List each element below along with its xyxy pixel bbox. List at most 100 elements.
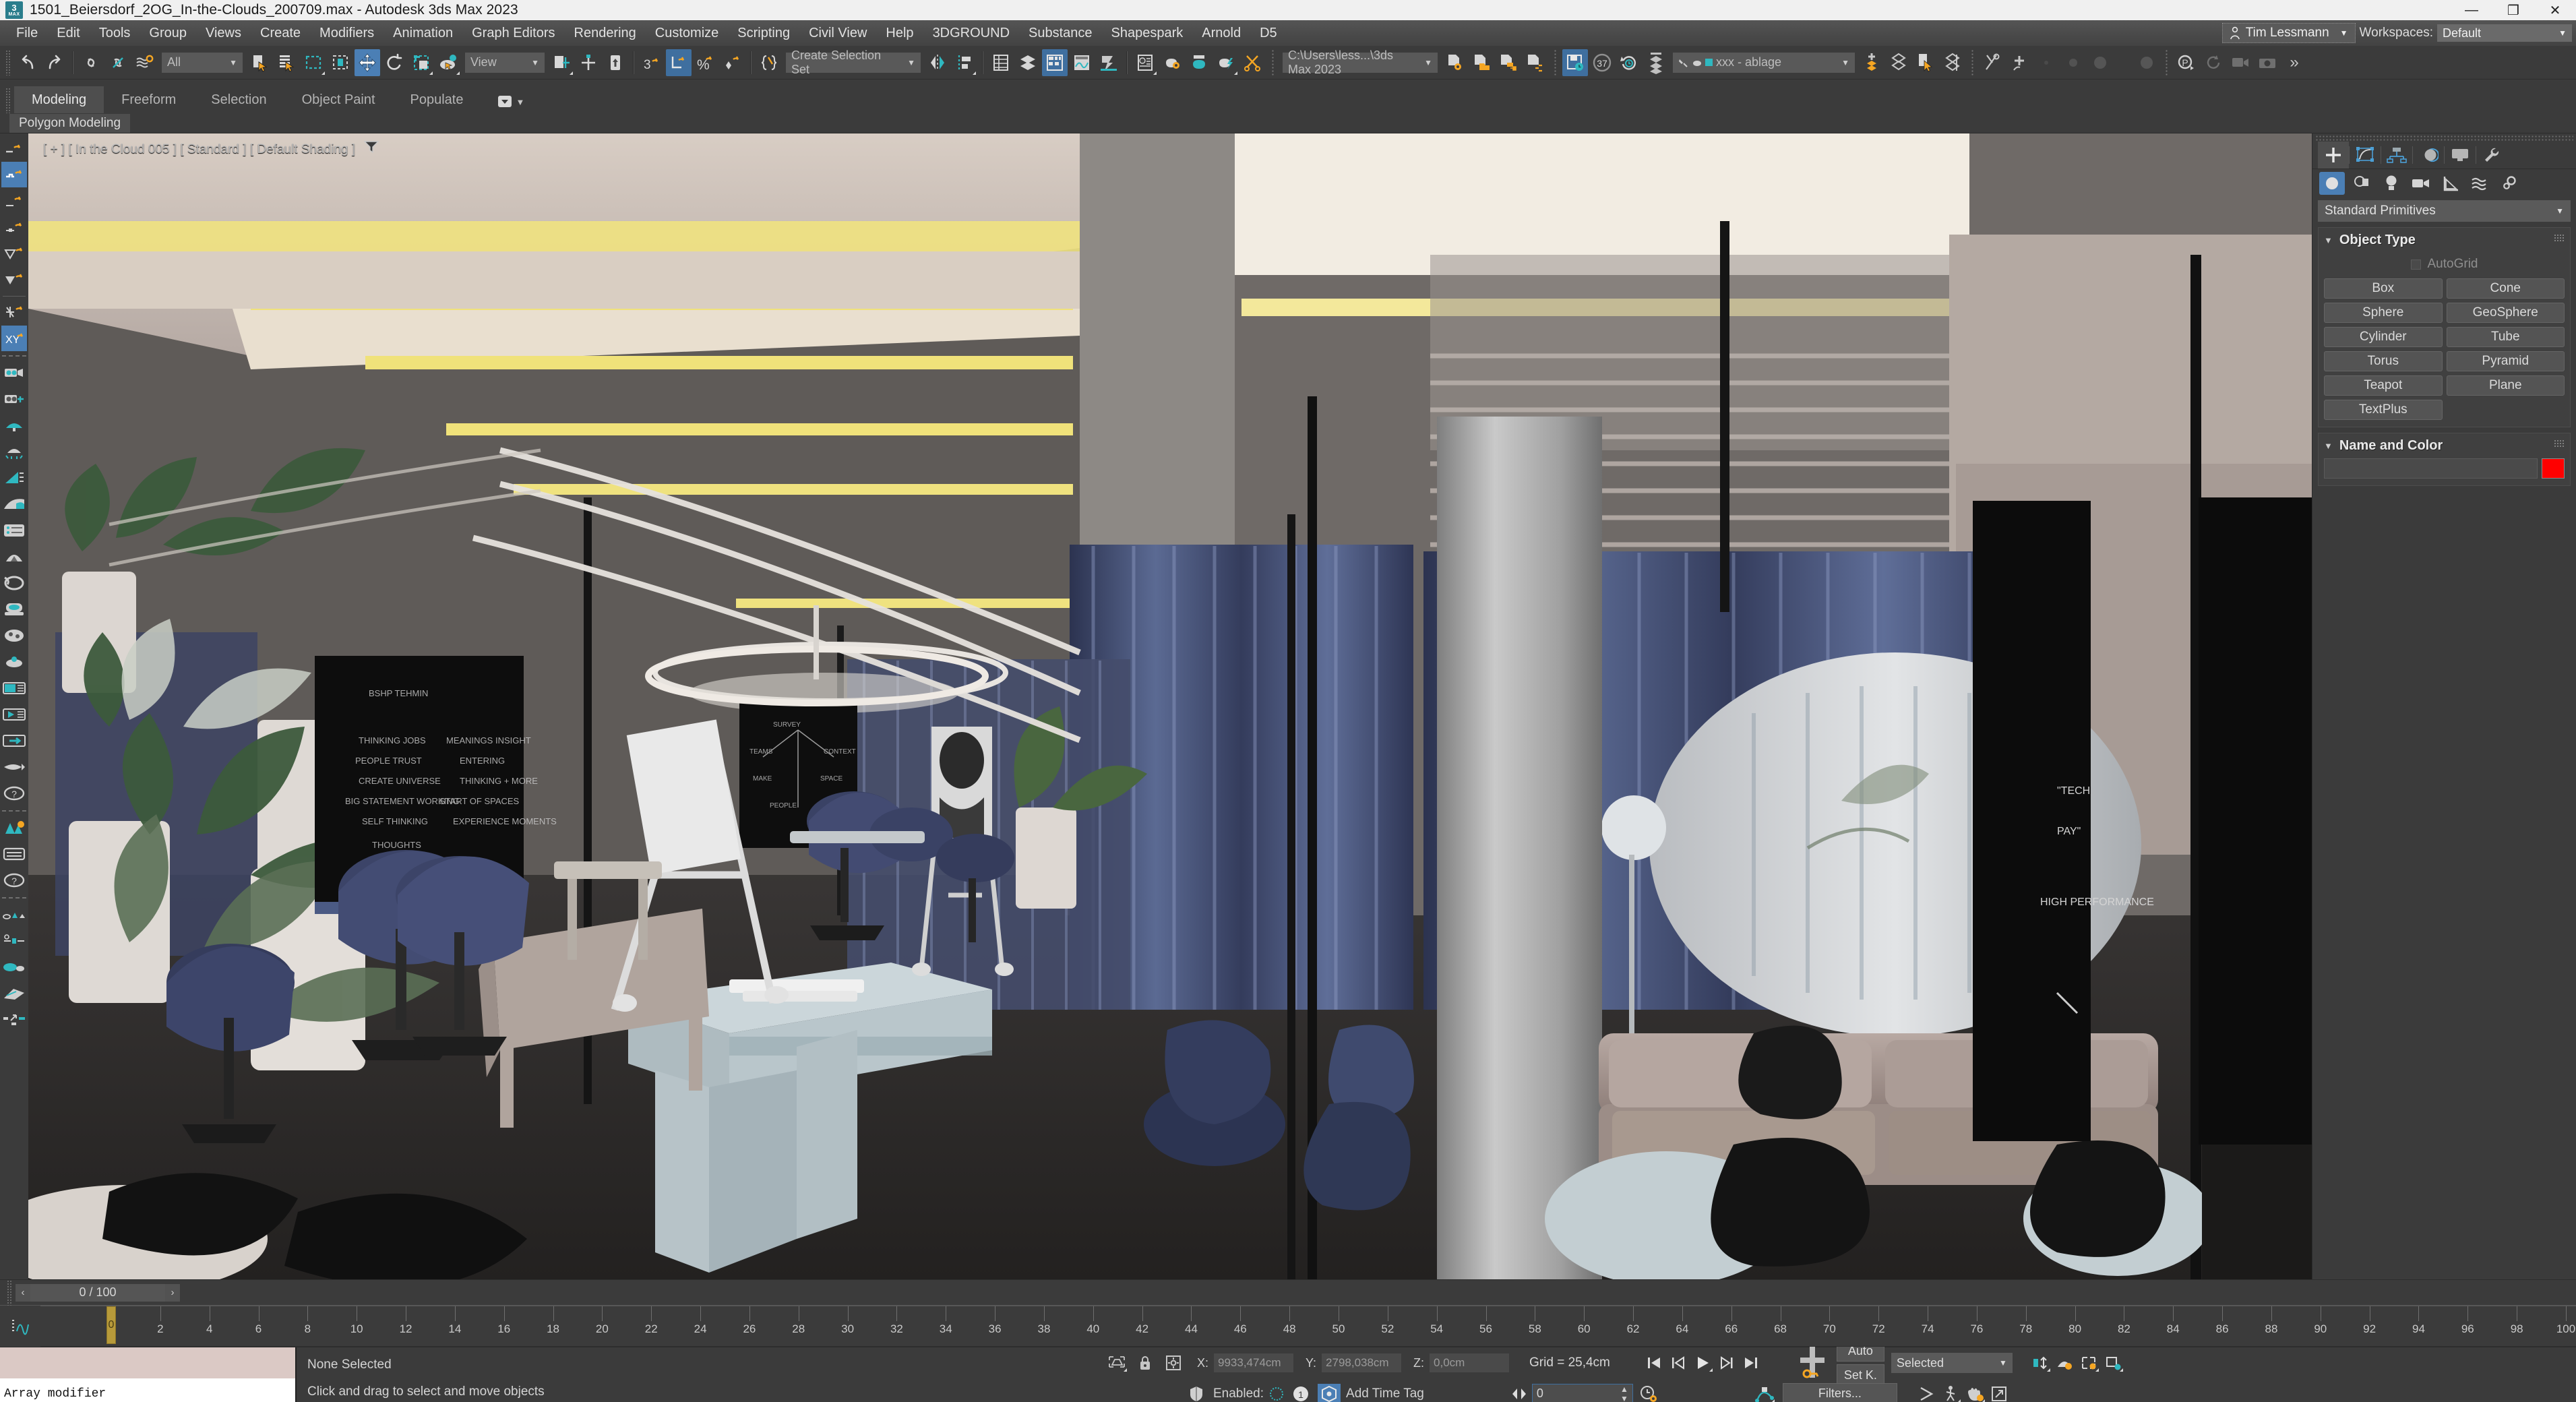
time-configuration-button[interactable] xyxy=(1637,1384,1660,1402)
ribbon-grip[interactable] xyxy=(5,88,11,113)
home-tool-button[interactable] xyxy=(1,544,27,570)
menu-shapespark[interactable]: Shapespark xyxy=(1102,20,1193,46)
current-frame-display[interactable]: 0 / 100 xyxy=(30,1283,165,1302)
pan-view-button[interactable] xyxy=(1963,1384,1986,1402)
plane-button[interactable]: Plane xyxy=(2446,375,2565,396)
menu-d5[interactable]: D5 xyxy=(1250,20,1287,46)
toolbar-grip[interactable] xyxy=(5,49,11,75)
menu-modifiers[interactable]: Modifiers xyxy=(310,20,384,46)
ribbon-options-icon[interactable] xyxy=(497,95,512,109)
curve-editor-button[interactable] xyxy=(1069,49,1095,76)
omni-light-button[interactable] xyxy=(1,439,27,464)
spot-light-button[interactable] xyxy=(1,649,27,675)
align-tools-button[interactable] xyxy=(1,1007,27,1033)
window-crossing-toggle-button[interactable] xyxy=(328,49,353,76)
current-frame-spinner[interactable]: 0 ▲ ▼ xyxy=(1531,1383,1633,1402)
shortcut-override-toggle[interactable] xyxy=(1185,1384,1208,1402)
video-button[interactable] xyxy=(2228,49,2253,76)
restore-autobackup-button[interactable] xyxy=(1616,49,1642,76)
go-to-end-button[interactable] xyxy=(1740,1353,1762,1373)
align-button[interactable] xyxy=(952,49,977,76)
set-key-button[interactable] xyxy=(1792,1343,1830,1383)
axis-constraints-button[interactable] xyxy=(1,299,27,325)
spinner-snap-toggle-button[interactable] xyxy=(720,49,745,76)
snap-edge-button[interactable] xyxy=(1,267,27,293)
autogrid-checkbox[interactable] xyxy=(2410,259,2421,270)
filter-funnel-icon[interactable] xyxy=(364,141,379,153)
selection-lock-toggle-button[interactable] xyxy=(1134,1353,1157,1373)
bitmap-photometric-path-button[interactable] xyxy=(1523,49,1548,76)
render-production-button[interactable] xyxy=(1213,49,1239,76)
menu-create[interactable]: Create xyxy=(251,20,310,46)
cameras-icon[interactable] xyxy=(2408,172,2434,195)
chevron-down-icon[interactable]: ▼ xyxy=(516,97,525,107)
geometry-icon[interactable] xyxy=(2319,172,2345,195)
display-tab[interactable] xyxy=(2445,142,2476,169)
scissors-tool-button[interactable] xyxy=(1980,49,2005,76)
viewport-container[interactable]: BSHP TEHMIN THINKING JOBS MEANINGS INSIGH… xyxy=(28,133,2312,1279)
autogrid-row[interactable]: AutoGrid xyxy=(2319,253,2570,278)
orbit-tool-button[interactable] xyxy=(1,570,27,596)
toggle-layer-explorer-button[interactable] xyxy=(1015,49,1041,76)
slice-tools-button[interactable] xyxy=(1,954,27,980)
select-and-move-button[interactable] xyxy=(355,49,380,76)
edit-named-selection-sets-button[interactable] xyxy=(756,49,782,76)
absolute-relative-transform-toggle[interactable] xyxy=(1162,1353,1185,1373)
set-project-folder-button[interactable] xyxy=(1469,49,1494,76)
menu-scripting[interactable]: Scripting xyxy=(728,20,799,46)
teapot-button[interactable]: Teapot xyxy=(2324,375,2443,396)
menu-group[interactable]: Group xyxy=(140,20,196,46)
walk-through-button[interactable] xyxy=(1939,1384,1962,1402)
toggle-scene-explorer-button[interactable] xyxy=(988,49,1014,76)
redo-button[interactable] xyxy=(42,49,67,76)
rectangular-selection-region-button[interactable] xyxy=(301,49,326,76)
material-slot-nav-button[interactable] xyxy=(1643,49,1669,76)
menu-arnold[interactable]: Arnold xyxy=(1192,20,1250,46)
minimize-button[interactable]: — xyxy=(2451,0,2492,20)
snap-toggle-button[interactable] xyxy=(1,162,27,187)
help-button-2[interactable]: ? xyxy=(1,867,27,893)
toggle-ribbon-button[interactable] xyxy=(1042,49,1068,76)
sphere-button[interactable]: Sphere xyxy=(2324,303,2443,323)
unlink-selection-button[interactable] xyxy=(105,49,131,76)
space-warps-icon[interactable] xyxy=(2467,172,2493,195)
z-coordinate-field[interactable]: 0,0cm xyxy=(1430,1353,1510,1372)
helpers-icon[interactable] xyxy=(2438,172,2463,195)
use-pivot-point-center-button[interactable] xyxy=(549,49,574,76)
select-by-name-button[interactable] xyxy=(274,49,299,76)
ribbon-tab-object-paint[interactable]: Object Paint xyxy=(284,86,393,113)
reference-coordinate-dropdown[interactable]: View ▼ xyxy=(465,52,545,73)
ribbon-tab-populate[interactable]: Populate xyxy=(393,86,481,113)
palette-button[interactable] xyxy=(1,623,27,648)
menu-customize[interactable]: Customize xyxy=(646,20,728,46)
lights-icon[interactable] xyxy=(2379,172,2404,195)
material-preview-button[interactable] xyxy=(1,491,27,517)
select-and-link-button[interactable] xyxy=(78,49,104,76)
hierarchy-tab[interactable] xyxy=(2381,142,2412,169)
fish-tool-button[interactable] xyxy=(1,754,27,780)
tube-button[interactable]: Tube xyxy=(2446,327,2565,347)
play-animation-button[interactable] xyxy=(1691,1353,1714,1373)
ribbon-tab-freeform[interactable]: Freeform xyxy=(104,86,193,113)
key-filters-button[interactable]: Filters... xyxy=(1782,1382,1897,1402)
previous-frame-button[interactable] xyxy=(1667,1353,1690,1373)
material-flyout-button[interactable] xyxy=(1940,49,1965,76)
rail-clone-button[interactable] xyxy=(1,841,27,867)
viewport-label[interactable]: [ + ] [ In the Cloud 005 ] [ Standard ] … xyxy=(43,141,379,157)
modify-tab[interactable] xyxy=(2350,142,2381,169)
object-name-input[interactable] xyxy=(2324,458,2538,479)
light-sample-1[interactable] xyxy=(2033,49,2059,76)
toolbar-overflow-button[interactable]: » xyxy=(2281,49,2307,76)
render-setup-button[interactable] xyxy=(1159,49,1185,76)
menu-substance[interactable]: Substance xyxy=(1019,20,1102,46)
zoom-region-button[interactable] xyxy=(2102,1353,2124,1373)
zoom-extents-button[interactable] xyxy=(2077,1353,2100,1373)
mirror-button[interactable] xyxy=(925,49,950,76)
snap-xy-button[interactable]: XY xyxy=(1,326,27,351)
y-coordinate-field[interactable]: 2798,038cm xyxy=(1322,1353,1402,1372)
maxscript-output-pane[interactable] xyxy=(0,1347,295,1378)
light-sample-4[interactable] xyxy=(2134,49,2159,76)
restore-button[interactable]: ❐ xyxy=(2492,0,2534,20)
backup-count-button[interactable]: 37 xyxy=(1589,49,1615,76)
maximize-viewport-toggle[interactable] xyxy=(1988,1384,2011,1402)
